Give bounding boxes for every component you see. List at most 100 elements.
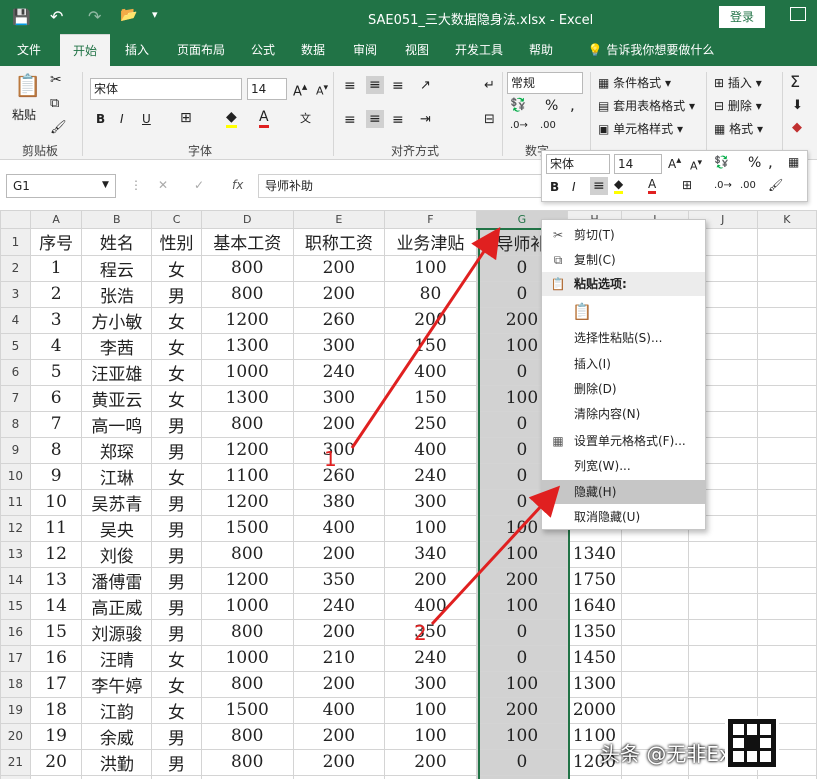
quick-access-more-icon[interactable]: ▾ (152, 8, 158, 21)
cell[interactable]: 100 (384, 254, 477, 282)
cell[interactable]: 300 (292, 332, 386, 360)
tab-formulas[interactable]: 公式 (242, 34, 284, 66)
cell[interactable] (620, 696, 689, 724)
cell[interactable] (687, 670, 758, 698)
menu-item-copy[interactable]: ⧉ 复制(C) (542, 248, 705, 272)
cell[interactable]: 16 (29, 644, 83, 672)
row-header[interactable]: 8 (0, 410, 31, 438)
tab-review[interactable]: 审阅 (342, 34, 388, 66)
cell[interactable] (756, 644, 817, 672)
cell[interactable]: 1340 (567, 540, 622, 568)
cell[interactable] (687, 540, 758, 568)
cell[interactable]: 2 (29, 280, 83, 308)
cell[interactable]: 3 (29, 306, 83, 334)
cell[interactable]: 江韵 (81, 696, 153, 724)
cell[interactable]: 400 (292, 514, 386, 542)
cell[interactable]: 340 (384, 540, 477, 568)
cell[interactable] (756, 774, 817, 779)
cell[interactable] (29, 774, 83, 779)
fill-down-icon[interactable]: ⬇ (792, 98, 803, 113)
cell[interactable]: 方小敏 (81, 306, 153, 334)
cell[interactable] (756, 566, 817, 594)
menu-item-format-cells[interactable]: ▦ 设置单元格格式(F)... (542, 429, 705, 453)
cell[interactable] (687, 566, 758, 594)
cell[interactable] (756, 462, 817, 490)
row-header[interactable]: 3 (0, 280, 31, 308)
cell[interactable] (81, 774, 153, 779)
mini-font-color-icon[interactable]: A (648, 177, 657, 194)
cell[interactable]: 200 (384, 566, 477, 594)
insert-cells-button[interactable]: ⊞ 插入 ▾ (714, 74, 762, 91)
mini-size-select[interactable]: 14 (614, 154, 662, 174)
cell[interactable]: 800 (200, 280, 294, 308)
cell[interactable] (687, 592, 758, 620)
tab-file[interactable]: 文件 (6, 34, 52, 66)
currency-icon[interactable]: 💱 (510, 98, 526, 113)
cell[interactable]: 200 (292, 540, 386, 568)
cell[interactable]: 260 (292, 462, 386, 490)
cell[interactable]: 17 (29, 670, 83, 698)
tab-data[interactable]: 数据 (292, 34, 334, 66)
phonetic-icon[interactable]: 文 (300, 110, 311, 126)
cell[interactable] (151, 774, 202, 779)
cell[interactable]: 15 (29, 618, 83, 646)
cell[interactable]: 13 (29, 566, 83, 594)
wrap-text-icon[interactable]: ↵ (484, 78, 495, 93)
font-color-icon[interactable]: A (259, 109, 269, 128)
cut-icon[interactable]: ✂ (50, 72, 62, 88)
row-header[interactable]: 7 (0, 384, 31, 412)
row-header[interactable]: 4 (0, 306, 31, 334)
insert-function-button[interactable]: fx (232, 178, 243, 192)
cell[interactable]: 300 (384, 488, 477, 516)
cell[interactable] (620, 592, 689, 620)
cell[interactable]: 汪晴 (81, 644, 153, 672)
cell-styles-button[interactable]: ▣ 单元格样式 ▾ (598, 120, 683, 137)
cell[interactable]: 800 (200, 670, 294, 698)
middle-align-icon[interactable]: ≡ (366, 76, 384, 94)
percent-button[interactable]: % (545, 98, 558, 114)
italic-button[interactable]: I (120, 112, 124, 126)
cell[interactable]: 200 (292, 618, 386, 646)
menu-item-hide[interactable]: 隐藏(H) (542, 480, 705, 504)
cell[interactable]: 150 (384, 332, 477, 360)
cell[interactable] (756, 280, 817, 308)
top-align-icon[interactable]: ≡ (344, 78, 356, 94)
cell[interactable]: 210 (292, 644, 386, 672)
cell[interactable] (756, 540, 817, 568)
cell[interactable]: 350 (384, 618, 477, 646)
mini-borders-icon[interactable]: ⊞ (682, 178, 692, 192)
cell[interactable]: 女 (151, 696, 202, 724)
menu-item-paste-special[interactable]: 选择性粘贴(S)... (542, 326, 705, 350)
mini-font-select[interactable]: 宋体 (546, 154, 610, 174)
cell[interactable]: 240 (384, 462, 477, 490)
cell[interactable]: 200 (475, 696, 569, 724)
cancel-icon[interactable]: ✕ (158, 178, 168, 192)
cell[interactable]: 200 (292, 280, 386, 308)
cell[interactable]: 12 (29, 540, 83, 568)
borders-icon[interactable]: ⊞ (180, 110, 192, 126)
mini-bold-button[interactable]: B (550, 180, 559, 194)
orientation-icon[interactable]: ↗ (420, 78, 431, 93)
cell[interactable]: 黄亚云 (81, 384, 153, 412)
mini-fill-color-icon[interactable]: ◆ (614, 177, 624, 194)
column-header[interactable]: A (29, 210, 83, 229)
cell[interactable]: 吴央 (81, 514, 153, 542)
mini-currency-icon[interactable]: 💱 (714, 155, 729, 169)
cell[interactable]: 0 (475, 644, 569, 672)
cell[interactable]: 1300 (567, 670, 622, 698)
cell[interactable]: 业务津贴 (384, 228, 477, 256)
cell[interactable]: 100 (475, 670, 569, 698)
row-header[interactable]: 15 (0, 592, 31, 620)
increase-font-icon[interactable]: A▴ (293, 80, 307, 99)
select-all-corner[interactable] (0, 210, 31, 229)
cell[interactable]: 800 (200, 410, 294, 438)
cell[interactable]: 240 (384, 644, 477, 672)
cell[interactable]: 汪亚雄 (81, 358, 153, 386)
mini-format-painter-icon[interactable]: 🖌 (768, 178, 783, 192)
cell[interactable]: 200 (292, 410, 386, 438)
conditional-format-button[interactable]: ▦ 条件格式 ▾ (598, 74, 671, 91)
cell[interactable]: 400 (384, 436, 477, 464)
cell[interactable]: 200 (292, 670, 386, 698)
menu-item-insert[interactable]: 插入(I) (542, 352, 705, 376)
cell[interactable]: 10 (29, 488, 83, 516)
